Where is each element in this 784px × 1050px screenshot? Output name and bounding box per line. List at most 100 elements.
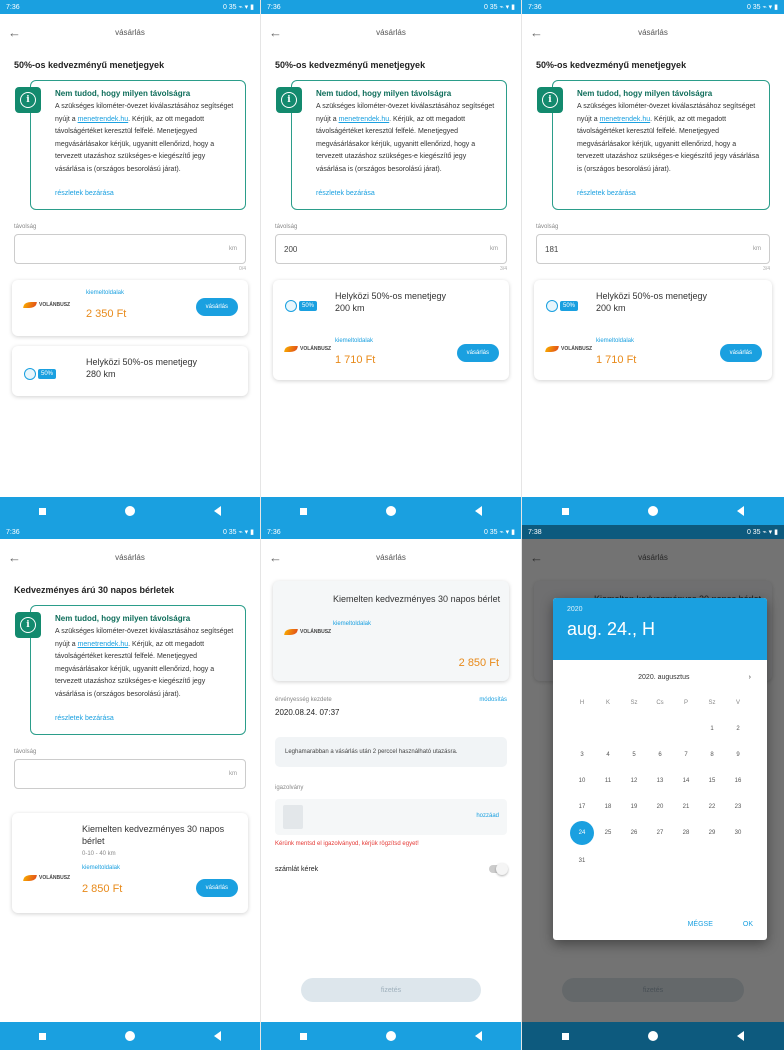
- nav-back-icon[interactable]: [213, 506, 221, 516]
- nav-back-icon[interactable]: [474, 506, 482, 516]
- recent-apps-icon[interactable]: [39, 507, 47, 515]
- validity-modify-link[interactable]: módosítás: [479, 697, 507, 703]
- calendar-day[interactable]: 20: [647, 797, 673, 817]
- calendar-day[interactable]: 13: [647, 771, 673, 791]
- buy-button[interactable]: vásárlás: [195, 879, 238, 897]
- calendar-day[interactable]: 27: [647, 823, 673, 843]
- ticket-card[interactable]: 50% Helyközi 50%-os menetjegy 200 km VOLÁ…: [534, 280, 772, 380]
- back-arrow-icon[interactable]: ←: [530, 25, 543, 40]
- calendar-day[interactable]: 8: [699, 745, 725, 765]
- recent-apps-icon[interactable]: [300, 507, 308, 515]
- menetrendek-link[interactable]: menetrendek.hu: [78, 641, 129, 648]
- error-message: Kérünk mentsd el igazolványod, kérjük rö…: [275, 841, 419, 847]
- calendar-day[interactable]: 17: [569, 797, 595, 817]
- pass-card[interactable]: Kiemelten kedvezményes 30 napos bérlet 0…: [12, 813, 248, 913]
- distance-input[interactable]: 181 km: [536, 234, 770, 264]
- calendar-empty-cell: [569, 719, 595, 739]
- calendar-day[interactable]: 31: [569, 851, 595, 871]
- info-box: i Nem tudod, hogy milyen távolságra A sz…: [15, 605, 246, 735]
- card-title: Helyközi 50%-os menetjegy 280 km: [86, 357, 198, 379]
- home-icon[interactable]: [124, 1031, 135, 1041]
- pay-button[interactable]: fizetés: [301, 978, 481, 1002]
- distance-label: távolság: [536, 224, 559, 230]
- details-close-link[interactable]: részletek bezárása: [55, 190, 237, 197]
- calendar-day[interactable]: 2: [725, 719, 751, 739]
- distance-input[interactable]: km: [14, 759, 246, 789]
- nav-back-icon[interactable]: [474, 1031, 482, 1041]
- distance-label: távolság: [14, 224, 37, 230]
- ticket-card[interactable]: 50% Helyközi 50%-os menetjegy 280 km: [12, 346, 248, 396]
- back-arrow-icon[interactable]: ←: [8, 550, 21, 565]
- calendar-day[interactable]: 7: [673, 745, 699, 765]
- home-icon[interactable]: [385, 1031, 396, 1041]
- calendar-day[interactable]: 15: [699, 771, 725, 791]
- chevron-right-icon[interactable]: ›: [749, 674, 751, 681]
- buy-button[interactable]: vásárlás: [456, 344, 499, 362]
- ticket-card[interactable]: 50% Helyközi 50%-os menetjegy 200 km VOLÁ…: [273, 280, 509, 380]
- back-arrow-icon[interactable]: ←: [269, 25, 282, 40]
- calendar-day[interactable]: 25: [595, 823, 621, 843]
- calendar-day[interactable]: 22: [699, 797, 725, 817]
- calendar-day[interactable]: 28: [673, 823, 699, 843]
- calendar-day[interactable]: 29: [699, 823, 725, 843]
- calendar-day[interactable]: 5: [621, 745, 647, 765]
- home-icon[interactable]: [124, 506, 135, 516]
- calendar-day[interactable]: 23: [725, 797, 751, 817]
- calendar-day[interactable]: 26: [621, 823, 647, 843]
- picker-year[interactable]: 2020: [567, 606, 753, 613]
- nav-back-icon[interactable]: [213, 1031, 221, 1041]
- calendar-day[interactable]: 6: [647, 745, 673, 765]
- calendar-day[interactable]: 4: [595, 745, 621, 765]
- phone-screen-4: 7:36 0 35 ⌁ ▾ ▮ ← vásárlás Kedvezményes á…: [0, 525, 261, 1050]
- card-tag: kiemeltoldalak: [82, 865, 121, 871]
- info-icon: i: [276, 87, 302, 113]
- calendar-day[interactable]: 1: [699, 719, 725, 739]
- info-text: A szükséges kilométer-övezet kiválasztás…: [55, 628, 234, 698]
- details-close-link[interactable]: részletek bezárása: [577, 190, 761, 197]
- invoice-toggle[interactable]: [489, 863, 508, 875]
- recent-apps-icon[interactable]: [561, 507, 569, 515]
- calendar-empty-cell: [595, 719, 621, 739]
- distance-input[interactable]: km: [14, 234, 246, 264]
- recent-apps-icon[interactable]: [39, 1032, 47, 1040]
- nav-back-icon[interactable]: [737, 1031, 745, 1041]
- menetrendek-link[interactable]: menetrendek.hu: [78, 116, 129, 123]
- calendar-day[interactable]: 24: [570, 821, 594, 845]
- calendar-day[interactable]: 9: [725, 745, 751, 765]
- id-card-label: igazolvány: [275, 785, 304, 791]
- recent-apps-icon[interactable]: [300, 1032, 308, 1040]
- details-close-link[interactable]: részletek bezárása: [316, 190, 498, 197]
- calendar-day[interactable]: 12: [621, 771, 647, 791]
- calendar-day[interactable]: 18: [595, 797, 621, 817]
- calendar-day[interactable]: 21: [673, 797, 699, 817]
- back-arrow-icon[interactable]: ←: [8, 25, 21, 40]
- calendar-day[interactable]: 30: [725, 823, 751, 843]
- home-icon[interactable]: [385, 506, 396, 516]
- buy-button[interactable]: vásárlás: [719, 344, 762, 362]
- volanbusz-logo: VOLÁNBUSZ: [544, 346, 592, 352]
- calendar-empty-cell: [725, 851, 751, 871]
- calendar-day[interactable]: 19: [621, 797, 647, 817]
- calendar-day[interactable]: 11: [595, 771, 621, 791]
- menetrendek-link[interactable]: menetrendek.hu: [600, 116, 651, 123]
- calendar-day[interactable]: 16: [725, 771, 751, 791]
- add-id-card-link[interactable]: hozzáad: [476, 813, 499, 819]
- ok-button[interactable]: OK: [743, 921, 753, 928]
- calendar-day[interactable]: 14: [673, 771, 699, 791]
- ticket-card[interactable]: VOLÁNBUSZ kiemeltoldalak 2 350 Ft vásárl…: [12, 280, 248, 336]
- volanbusz-logo: VOLÁNBUSZ: [22, 302, 70, 308]
- home-icon[interactable]: [647, 506, 658, 516]
- recent-apps-icon[interactable]: [561, 1032, 569, 1040]
- menetrendek-link[interactable]: menetrendek.hu: [339, 116, 390, 123]
- nav-back-icon[interactable]: [737, 506, 745, 516]
- home-icon[interactable]: [647, 1031, 658, 1041]
- details-close-link[interactable]: részletek bezárása: [55, 715, 237, 722]
- calendar-day[interactable]: 10: [569, 771, 595, 791]
- phone-screen-3: 7:36 0 35 ⌁ ▾ ▮ ← vásárlás 50%-os kedvezm…: [522, 0, 784, 525]
- calendar-day[interactable]: 3: [569, 745, 595, 765]
- distance-input[interactable]: 200 km: [275, 234, 507, 264]
- cancel-button[interactable]: MÉGSE: [688, 921, 713, 928]
- id-card-field[interactable]: hozzáad: [275, 799, 507, 835]
- buy-button[interactable]: vásárlás: [195, 298, 238, 316]
- back-arrow-icon[interactable]: ←: [269, 550, 282, 565]
